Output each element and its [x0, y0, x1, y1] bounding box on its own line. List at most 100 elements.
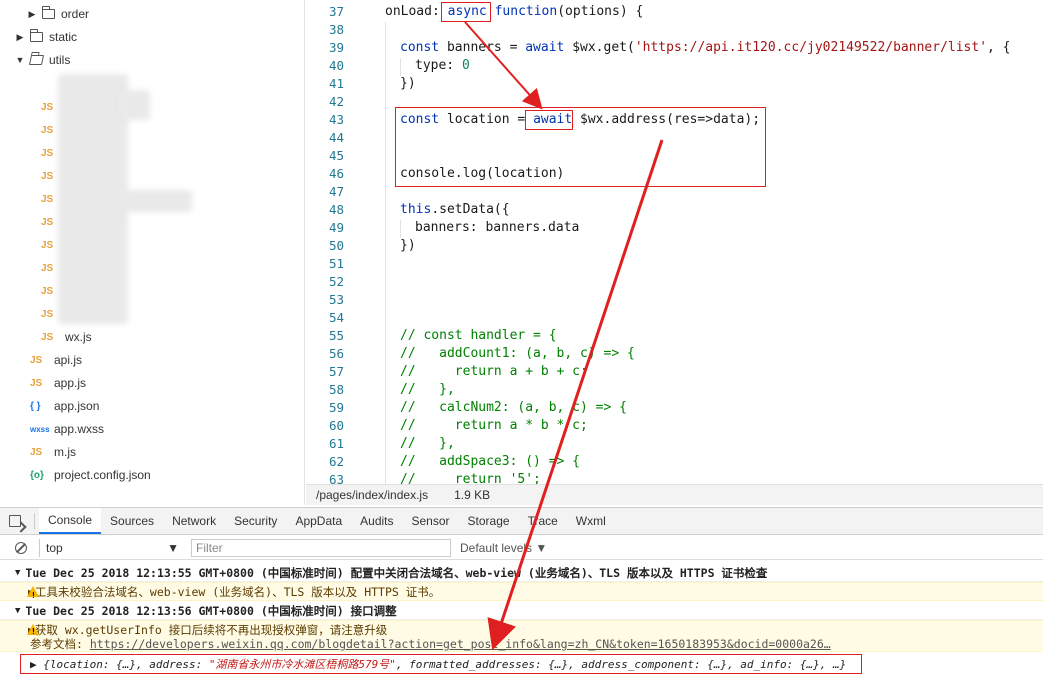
line-number: 60	[328, 418, 344, 433]
tree-item-label: api.js	[54, 353, 83, 367]
code-line: const banners = await $wx.get('https://a…	[400, 40, 1011, 55]
caret-down-icon: ▼	[167, 540, 179, 555]
code-line: // const handler = {	[400, 328, 557, 343]
line-number: 49	[328, 220, 344, 235]
inspect-element-button[interactable]	[0, 508, 30, 534]
tab-console[interactable]: Console	[39, 508, 102, 534]
context-value: top	[46, 540, 63, 555]
code-editor[interactable]: 37 onLoad: async function(options) {38 39 c…	[306, 0, 1043, 484]
code-line: // addSpace3: () => {	[400, 454, 581, 469]
tree-file-blurred[interactable]: JS	[0, 96, 65, 118]
line-number: 56	[328, 346, 344, 361]
tree-file-blurred[interactable]: JS	[0, 303, 65, 325]
tree-file-m-js[interactable]: JS m.js	[0, 441, 76, 463]
line-number: 58	[328, 382, 344, 397]
group-title: Tue Dec 25 2018 12:13:55 GMT+0800 (中国标准时…	[25, 565, 768, 580]
line-number: 45	[328, 148, 344, 163]
js-file-icon: JS	[41, 331, 54, 343]
tree-folder-static[interactable]: ▶ static	[0, 26, 77, 48]
console-group-1[interactable]: ▼ Tue Dec 25 2018 12:13:55 GMT+0800 (中国标…	[0, 564, 1043, 582]
tree-item-label: app.json	[54, 399, 100, 413]
folder-icon	[42, 6, 55, 19]
line-number: 40	[328, 58, 344, 73]
code-line: // return a * b * c;	[400, 418, 588, 433]
tree-file-blurred[interactable]: JS	[0, 257, 65, 279]
tab-storage[interactable]: Storage	[459, 508, 519, 534]
console-warning-1[interactable]: ▶工具未校验合法域名、web-view (业务域名)、TLS 版本以及 HTTP…	[0, 582, 1043, 601]
log-levels-select[interactable]: Default levels ▼	[460, 541, 547, 555]
filter-input[interactable]	[191, 538, 451, 557]
tree-file-blurred[interactable]: JS	[0, 234, 65, 256]
tree-file-blurred[interactable]: JS	[0, 165, 65, 187]
chevron-down-icon[interactable]: ▼	[14, 55, 26, 65]
code-line: // return '5';	[400, 472, 541, 484]
doc-label: 参考文档:	[30, 637, 83, 651]
chevron-right-icon[interactable]: ▶	[26, 9, 38, 20]
console-warning-2[interactable]: ▶获取 wx.getUserInfo 接口后续将不再出现授权弹窗，请注意升级 参…	[0, 620, 1043, 652]
tree-file-wx-js[interactable]: JS wx.js	[0, 326, 92, 348]
tab-appdata[interactable]: AppData	[286, 508, 351, 534]
tree-folder-utils[interactable]: ▼ utils	[0, 49, 71, 71]
caret-down-icon: ▼	[15, 567, 21, 578]
tree-file-app-wxss[interactable]: wxss app.wxss	[0, 418, 104, 440]
chevron-right-icon[interactable]: ▶	[14, 32, 26, 43]
tree-item-label: m.js	[54, 445, 76, 459]
tree-file-blurred[interactable]: JS	[0, 142, 65, 164]
line-number: 46	[328, 166, 344, 181]
line-number: 39	[328, 40, 344, 55]
caret-down-icon: ▼	[535, 540, 548, 555]
tree-file-blurred[interactable]: JS	[0, 188, 65, 210]
tab-trace[interactable]: Trace	[519, 508, 567, 534]
tree-file-api-js[interactable]: JS api.js	[0, 349, 82, 371]
line-number: 53	[328, 292, 344, 307]
tree-item-label: project.config.json	[54, 468, 151, 482]
line-number: 57	[328, 364, 344, 379]
annotation-box-code	[395, 107, 766, 187]
line-number: 37	[328, 4, 344, 19]
tab-sources[interactable]: Sources	[101, 508, 163, 534]
folder-open-icon	[28, 55, 45, 65]
code-line: // addCount1: (a, b, c) => {	[400, 346, 635, 361]
tree-file-blurred[interactable]: JS	[0, 280, 65, 302]
tree-item-label: utils	[49, 53, 71, 67]
code-line: // calcNum2: (a, b, c) => {	[400, 400, 627, 415]
caret-down-icon: ▼	[15, 605, 21, 616]
tab-sensor[interactable]: Sensor	[403, 508, 459, 534]
file-path: /pages/index/index.js	[316, 488, 429, 502]
tree-file-app-json[interactable]: { } app.json	[0, 395, 99, 417]
warning-text: ▶获取 wx.getUserInfo 接口后续将不再出现授权弹窗，请注意升级	[28, 623, 388, 637]
editor-status-bar: /pages/index/index.js 1.9 KB	[306, 484, 1043, 505]
line-number: 50	[328, 238, 344, 253]
code-line: onLoad: async function(options) {	[385, 4, 644, 19]
wxss-file-icon: wxss	[30, 424, 50, 434]
warning-icon	[27, 586, 39, 600]
tree-item-label: static	[49, 30, 78, 44]
tab-security[interactable]: Security	[225, 508, 286, 534]
tab-audits[interactable]: Audits	[351, 508, 402, 534]
console-filter-bar: top ▼ Default levels ▼	[0, 536, 1043, 560]
line-number: 47	[328, 184, 344, 199]
tree-file-project-config[interactable]: {o} project.config.json	[0, 464, 151, 486]
config-file-icon: {o}	[30, 469, 44, 481]
js-file-icon: JS	[30, 377, 43, 389]
annotation-box-log	[20, 654, 862, 674]
tree-file-app-js[interactable]: JS app.js	[0, 372, 86, 394]
js-file-icon: JS	[30, 446, 43, 458]
warning-icon	[27, 624, 39, 639]
tree-item-label: order	[61, 7, 90, 21]
context-select[interactable]: top ▼	[39, 538, 183, 557]
privacy-blur	[120, 90, 150, 120]
tree-item-label: wx.js	[65, 330, 92, 344]
tree-file-blurred[interactable]: JS	[0, 211, 65, 233]
tree-file-blurred[interactable]: JS	[0, 119, 65, 141]
tab-wxml[interactable]: Wxml	[567, 508, 615, 534]
doc-link[interactable]: https://developers.weixin.qq.com/blogdet…	[90, 637, 831, 651]
tab-network[interactable]: Network	[163, 508, 225, 534]
clear-console-icon[interactable]	[15, 541, 27, 554]
line-number: 54	[328, 310, 344, 325]
indent-guide	[400, 220, 401, 238]
warning-doc-row: 参考文档: https://developers.weixin.qq.com/b…	[28, 637, 1043, 651]
indent-guide	[400, 58, 401, 76]
tree-folder-order[interactable]: ▶ order	[0, 3, 89, 25]
console-group-2[interactable]: ▼ Tue Dec 25 2018 12:13:56 GMT+0800 (中国标…	[0, 602, 1043, 620]
